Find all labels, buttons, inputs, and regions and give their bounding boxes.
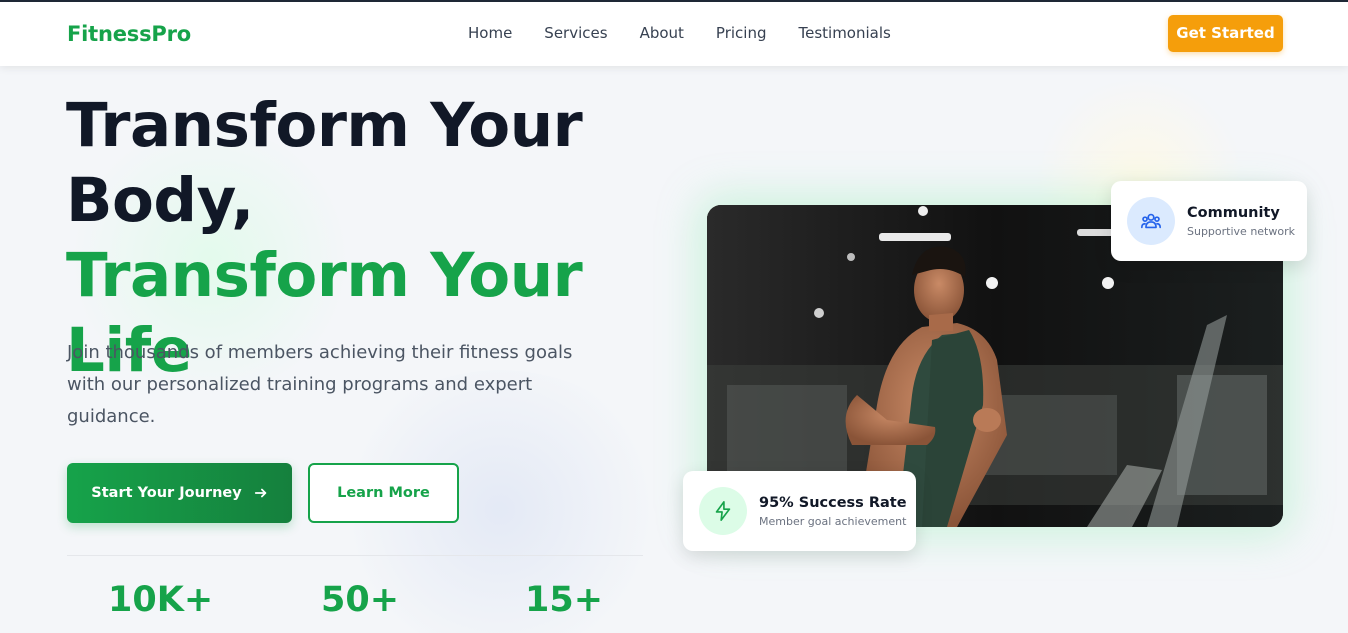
- nav-services[interactable]: Services: [544, 24, 607, 42]
- success-rate-card: 95% Success Rate Member goal achievement: [683, 471, 916, 551]
- site-header: FitnessPro Home Services About Pricing T…: [0, 2, 1348, 66]
- start-journey-label: Start Your Journey: [91, 485, 242, 501]
- community-desc: Supportive network: [1187, 224, 1295, 238]
- main-nav: Home Services About Pricing Testimonials: [468, 24, 923, 42]
- hero-subtitle: Join thousands of members achieving thei…: [67, 342, 573, 427]
- success-title: 95% Success Rate: [759, 494, 907, 511]
- arrow-right-icon: [254, 488, 266, 498]
- success-icon-circle: [699, 487, 747, 535]
- stat-years: 15+: [525, 580, 604, 620]
- nav-pricing[interactable]: Pricing: [716, 24, 767, 42]
- community-card: Community Supportive network: [1111, 181, 1307, 261]
- hero-title-line1: Transform Your: [66, 90, 583, 161]
- learn-more-button[interactable]: Learn More: [308, 463, 459, 523]
- lightning-icon: [715, 501, 731, 521]
- brand-logo[interactable]: FitnessPro: [67, 22, 191, 46]
- get-started-button[interactable]: Get Started: [1168, 15, 1283, 52]
- users-icon: [1141, 213, 1161, 229]
- community-icon-circle: [1127, 197, 1175, 245]
- start-journey-button[interactable]: Start Your Journey: [67, 463, 292, 523]
- nav-home[interactable]: Home: [468, 24, 512, 42]
- nav-about[interactable]: About: [640, 24, 684, 42]
- community-title: Community: [1187, 204, 1280, 221]
- success-desc: Member goal achievement: [759, 514, 907, 528]
- hero-title-line2: Body,: [66, 165, 254, 236]
- stats-divider: [67, 555, 643, 556]
- stat-members: 10K+: [108, 580, 214, 620]
- stat-trainers: 50+: [321, 580, 400, 620]
- nav-testimonials[interactable]: Testimonials: [798, 24, 890, 42]
